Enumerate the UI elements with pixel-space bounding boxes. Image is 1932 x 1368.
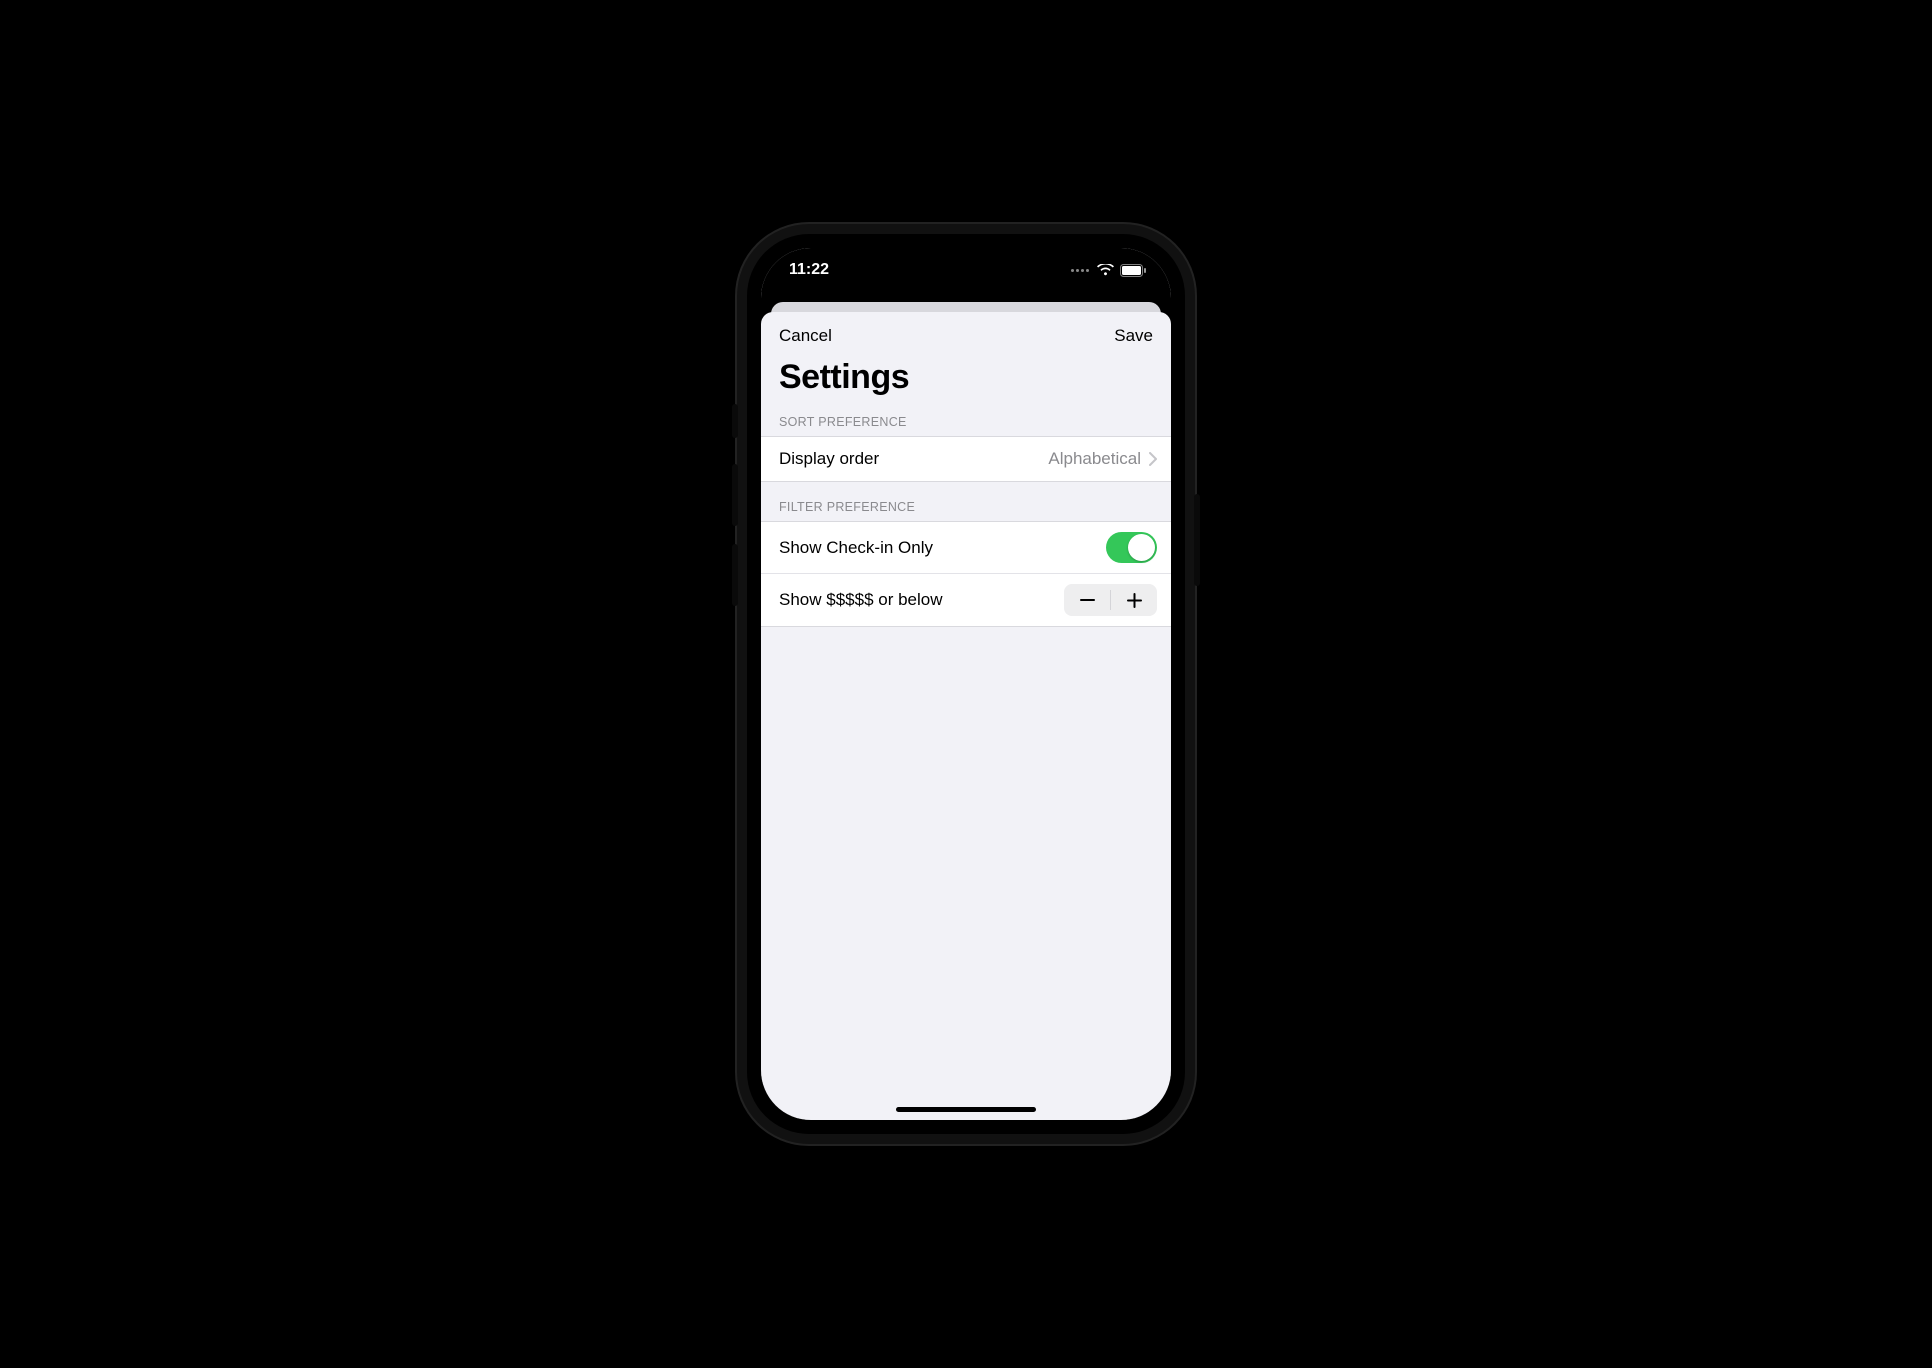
stepper-minus-button[interactable] [1064,584,1110,616]
battery-icon [1120,264,1147,277]
volume-silence-button [732,404,738,438]
chevron-right-icon [1149,452,1157,466]
display-order-label: Display order [779,449,879,469]
phone-frame: 11:22 [747,234,1185,1134]
modal-sheet-container: Cancel Save Settings SORT PREFERENCE Dis… [761,294,1171,1120]
screen: 11:22 [761,248,1171,1120]
notch [861,248,1071,280]
checkin-only-toggle[interactable] [1106,532,1157,563]
stage: 11:22 [0,0,1932,1368]
minus-icon [1080,599,1095,601]
row-display-order[interactable]: Display order Alphabetical [761,437,1171,481]
nav-bar: Cancel Save [761,312,1171,354]
home-indicator[interactable] [896,1107,1036,1112]
toggle-knob [1128,534,1155,561]
wifi-icon [1097,264,1114,276]
status-time: 11:22 [789,261,829,279]
settings-sheet: Cancel Save Settings SORT PREFERENCE Dis… [761,312,1171,1120]
recording-dots-icon [1071,269,1089,272]
plus-icon [1127,593,1142,608]
section-header-sort: SORT PREFERENCE [761,409,1171,436]
status-right [1071,264,1147,277]
group-sort: Display order Alphabetical [761,436,1171,482]
display-order-value: Alphabetical [1048,449,1141,469]
checkin-only-label: Show Check-in Only [779,538,933,558]
stepper-plus-button[interactable] [1111,584,1157,616]
section-header-filter: FILTER PREFERENCE [761,482,1171,521]
row-price-filter: Show $$$$$ or below [761,573,1171,626]
cancel-button[interactable]: Cancel [779,326,832,346]
price-filter-label: Show $$$$$ or below [779,590,943,610]
volume-up-button [732,464,738,526]
group-filter: Show Check-in Only Show $$$$$ or below [761,521,1171,627]
save-button[interactable]: Save [1114,326,1153,346]
page-title: Settings [761,354,1171,409]
price-stepper [1064,584,1157,616]
volume-down-button [732,544,738,606]
row-checkin-only: Show Check-in Only [761,522,1171,573]
